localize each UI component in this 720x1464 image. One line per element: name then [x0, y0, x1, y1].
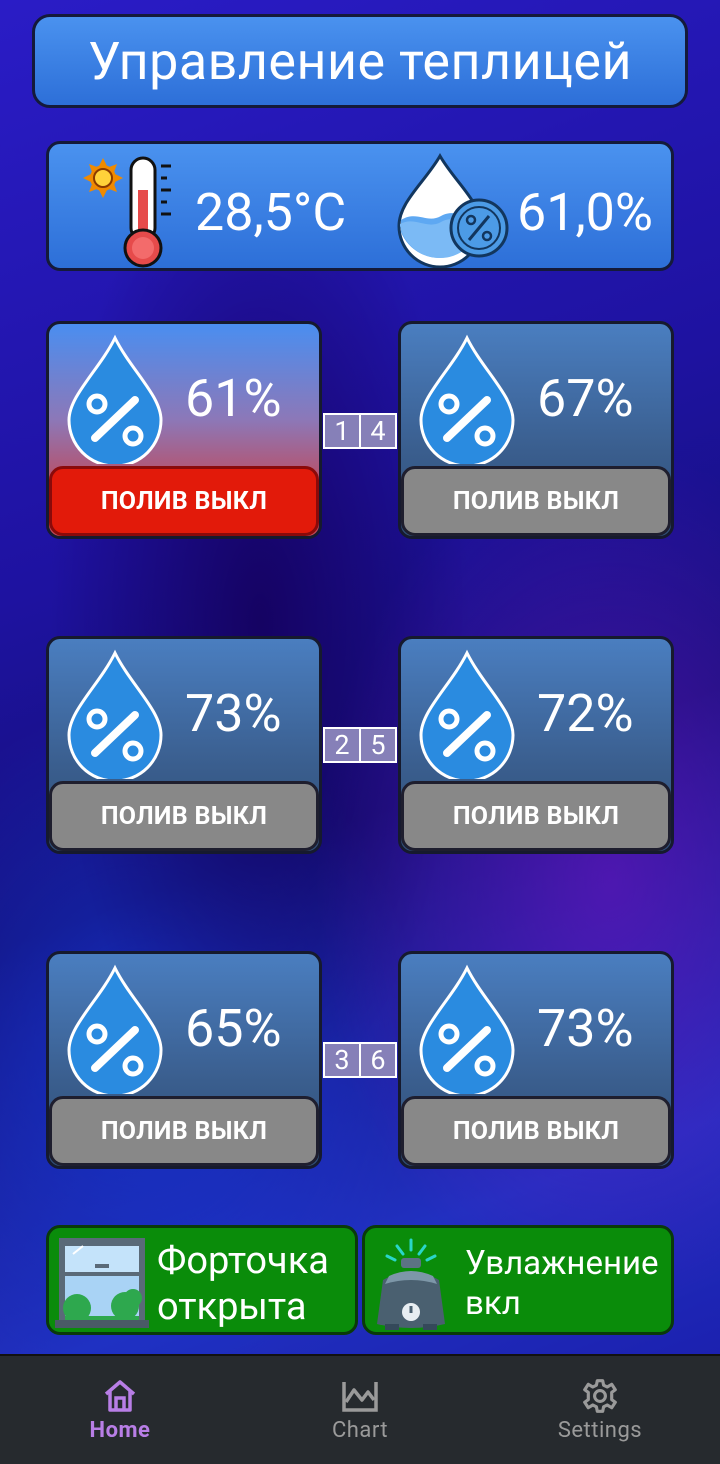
thermometer-icon: [83, 156, 171, 268]
window-icon: [55, 1238, 149, 1328]
watering-button[interactable]: ПОЛИВ ВЫКЛ: [49, 466, 319, 536]
nav-item-label: Home: [89, 1418, 151, 1443]
window-toggle-button[interactable]: Форточка открыта: [46, 1225, 358, 1335]
window-status-line2: открыта: [157, 1285, 307, 1329]
zone-number: 6: [361, 1042, 397, 1078]
zone-pair-label: 3 6: [323, 1042, 397, 1078]
moisture-value: 61%: [185, 368, 282, 429]
humidifier-icon: [377, 1238, 445, 1330]
moisture-drop-icon: [67, 649, 163, 779]
zone-number: 2: [323, 727, 361, 763]
zone-card-3: 65% ПОЛИВ ВЫКЛ: [46, 951, 322, 1169]
humidifier-status-line1: Увлажнение: [465, 1244, 659, 1283]
zone-number: 5: [361, 727, 397, 763]
nav-item-label: Chart: [331, 1418, 389, 1443]
gear-icon: [583, 1379, 617, 1413]
zone-number: 3: [323, 1042, 361, 1078]
humidifier-toggle-button[interactable]: Увлажнение вкл: [362, 1225, 674, 1335]
zone-card-1: 61% ПОЛИВ ВЫКЛ: [46, 321, 322, 539]
watering-button[interactable]: ПОЛИВ ВЫКЛ: [49, 781, 319, 851]
zone-card-6: 73% ПОЛИВ ВЫКЛ: [398, 951, 674, 1169]
moisture-value: 67%: [537, 368, 634, 429]
watering-button[interactable]: ПОЛИВ ВЫКЛ: [49, 1096, 319, 1166]
watering-button[interactable]: ПОЛИВ ВЫКЛ: [401, 1096, 671, 1166]
page-title: Управление теплицей: [32, 14, 688, 108]
humidity-icon: [397, 153, 509, 268]
moisture-drop-icon: [419, 649, 515, 779]
window-status-line1: Форточка: [157, 1239, 329, 1283]
home-icon: [104, 1380, 136, 1412]
zone-pair-label: 1 4: [323, 413, 397, 449]
moisture-value: 65%: [185, 998, 282, 1059]
moisture-drop-icon: [67, 334, 163, 464]
zone-card-2: 73% ПОЛИВ ВЫКЛ: [46, 636, 322, 854]
humidity-value: 61,0%: [517, 182, 653, 243]
zone-number: 1: [323, 413, 361, 449]
moisture-value: 73%: [537, 998, 634, 1059]
moisture-drop-icon: [419, 964, 515, 1094]
temperature-value: 28,5°C: [195, 182, 347, 243]
chart-icon: [342, 1382, 378, 1412]
humidifier-status-line2: вкл: [465, 1284, 521, 1323]
zone-pair-label: 2 5: [323, 727, 397, 763]
moisture-value: 72%: [537, 683, 634, 744]
moisture-drop-icon: [67, 964, 163, 1094]
nav-item-label: Settings: [557, 1418, 643, 1443]
nav-item-settings[interactable]: Settings: [480, 1356, 720, 1464]
nav-item-home[interactable]: Home: [0, 1356, 240, 1464]
moisture-drop-icon: [419, 334, 515, 464]
watering-button[interactable]: ПОЛИВ ВЫКЛ: [401, 466, 671, 536]
zone-number: 4: [361, 413, 397, 449]
moisture-value: 73%: [185, 683, 282, 744]
bottom-navigation: Home Chart Settings: [0, 1354, 720, 1464]
zone-card-4: 67% ПОЛИВ ВЫКЛ: [398, 321, 674, 539]
nav-item-chart[interactable]: Chart: [240, 1356, 480, 1464]
sensor-panel: 28,5°C 61,0%: [46, 141, 674, 271]
watering-button[interactable]: ПОЛИВ ВЫКЛ: [401, 781, 671, 851]
zone-card-5: 72% ПОЛИВ ВЫКЛ: [398, 636, 674, 854]
